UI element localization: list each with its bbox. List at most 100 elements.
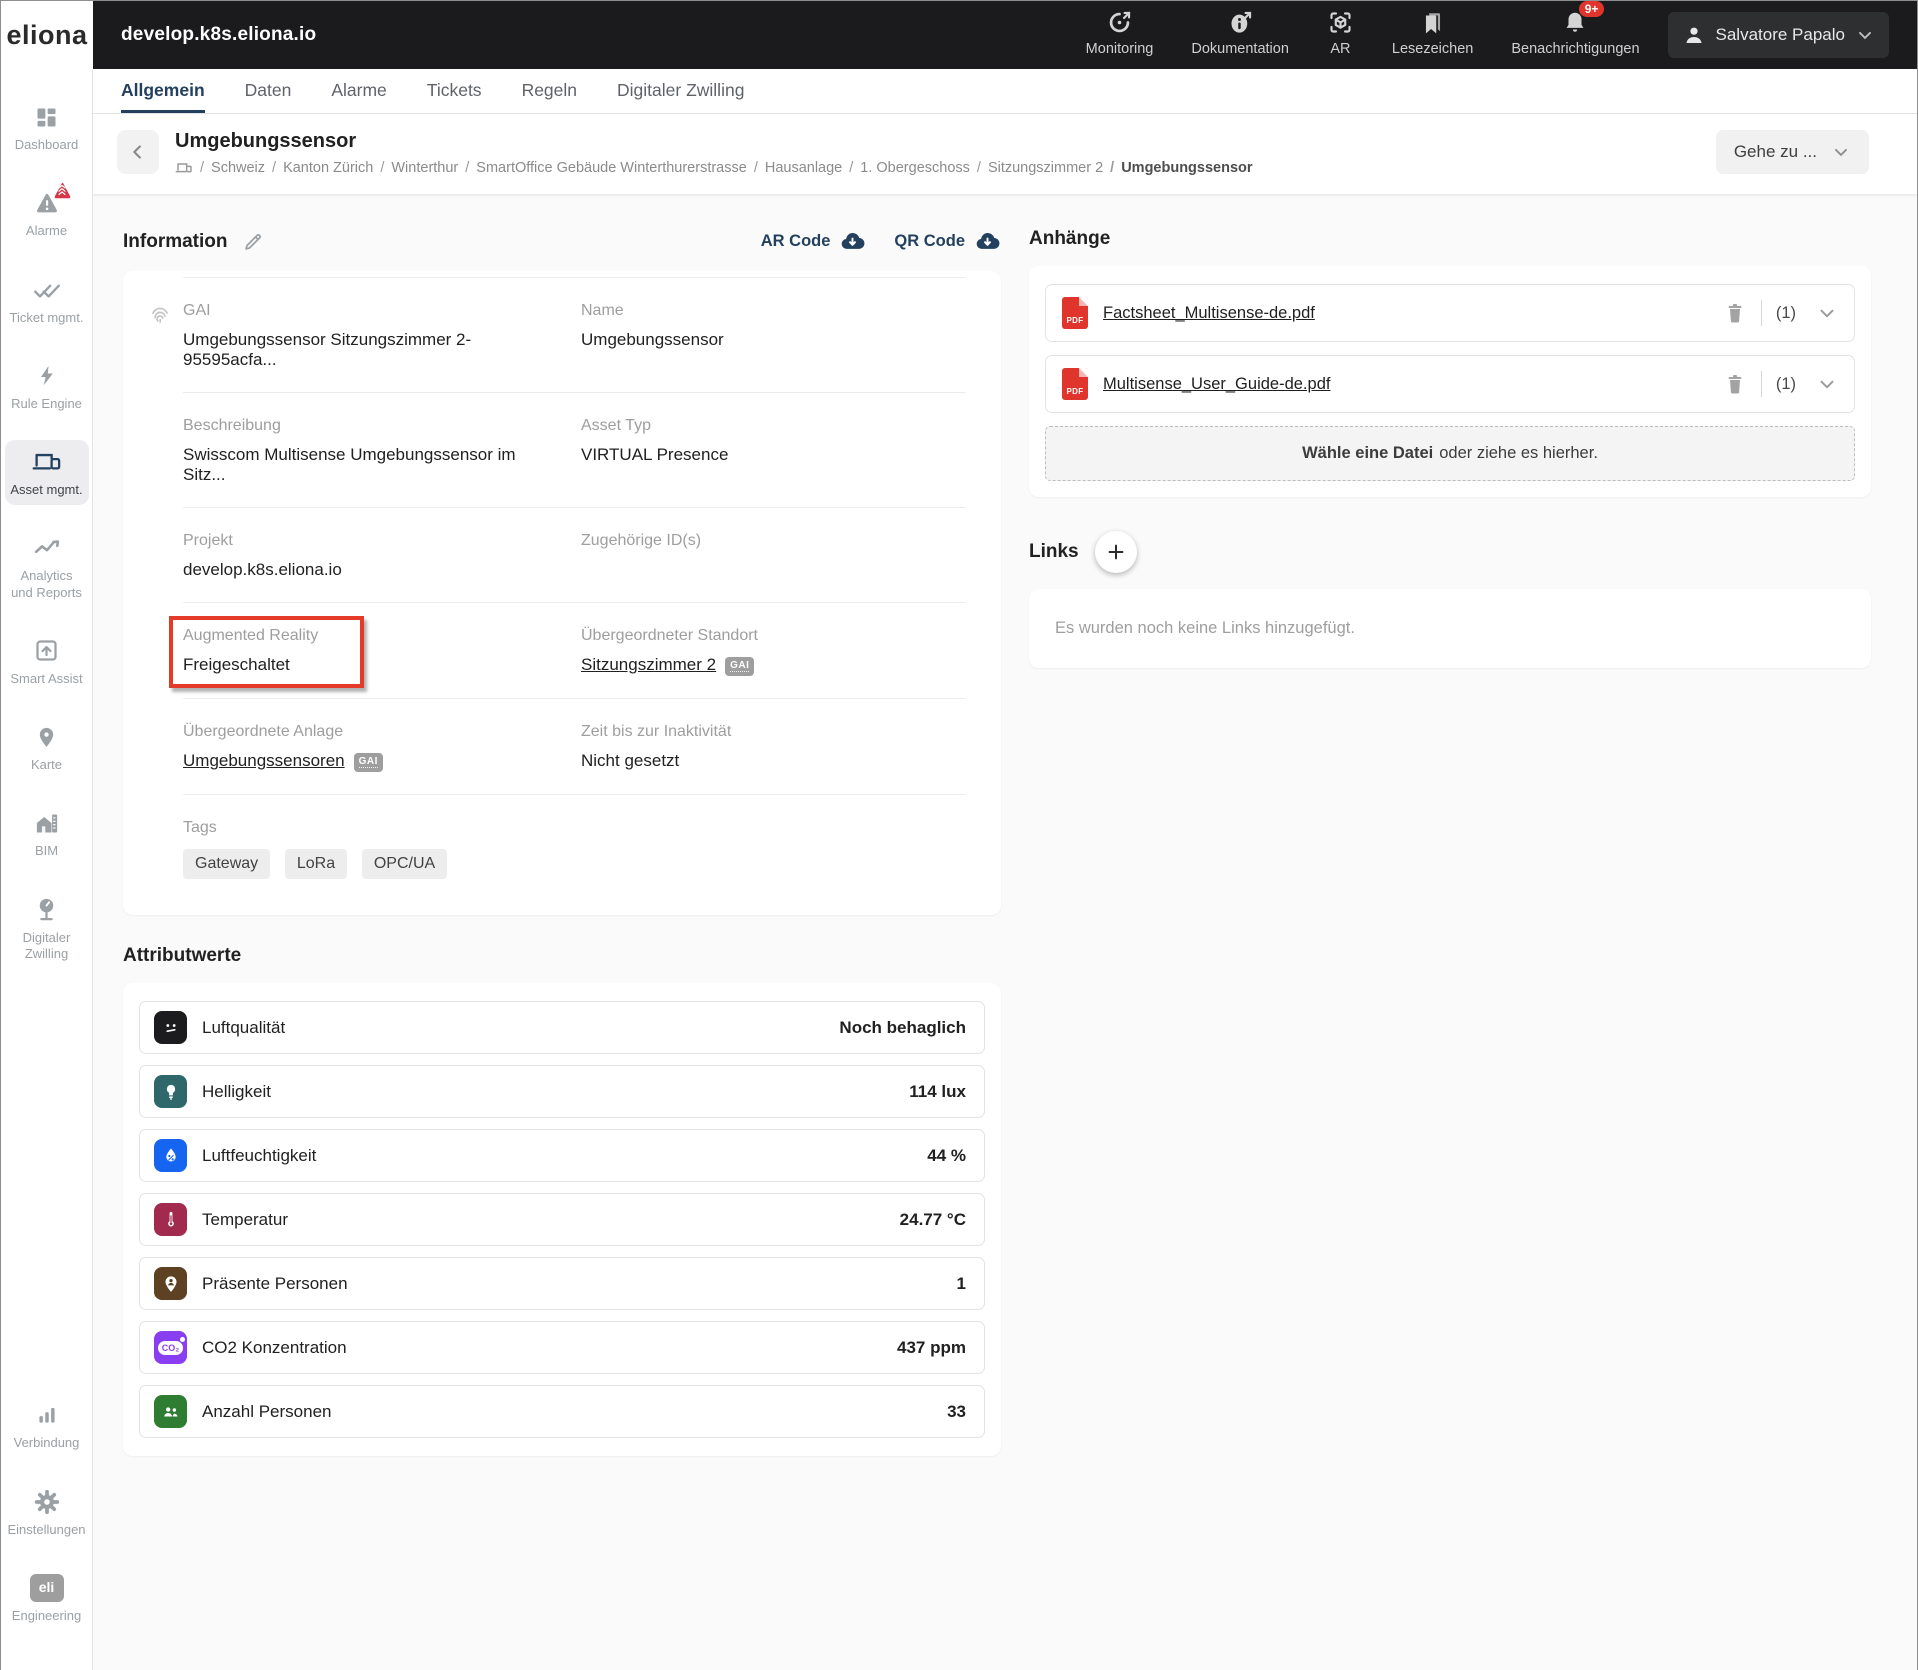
goto-chevron-down-icon [1831,142,1851,162]
file-upload-dropzone[interactable]: Wähle eine Datei oder ziehe es hierher. [1045,426,1855,481]
anlage-link[interactable]: Umgebungssensoren [183,751,345,770]
attribute-row-helligkeit[interactable]: Helligkeit 114 lux [139,1065,985,1118]
attribute-row-luftqualitaet[interactable]: Luftqualität Noch behaglich [139,1001,985,1054]
bookmarks-button[interactable]: Lesezeichen [1392,8,1473,57]
attribute-row-temperatur[interactable]: Temperatur 24.77 °C [139,1193,985,1246]
attachment-file-link[interactable]: Multisense_User_Guide-de.pdf [1103,375,1723,394]
standort-link[interactable]: Sitzungszimmer 2 [581,655,716,674]
edit-pencil-icon[interactable] [242,231,264,253]
environment-title: develop.k8s.eliona.io [121,24,317,45]
delete-trash-icon[interactable] [1723,301,1747,325]
breadcrumb-item[interactable]: Winterthur [380,160,458,176]
goto-dropdown-button[interactable]: Gehe zu ... [1715,130,1869,174]
tab-regeln[interactable]: Regeln [522,69,577,113]
tab-alarme[interactable]: Alarme [331,69,386,113]
eli-logo-icon: eli [29,1573,64,1603]
attachment-chevron-down-icon[interactable] [1816,302,1838,324]
gauge-meter-icon [33,895,60,925]
breadcrumb-item[interactable]: Kanton Zürich [272,160,373,176]
topbar: eliona develop.k8s.eliona.io Monitoring [1,0,1917,69]
user-chevron-down-icon [1855,25,1875,45]
tag-chip: Gateway [183,849,271,879]
delete-trash-icon[interactable] [1723,372,1747,396]
asset-breadcrumb-icon [175,160,193,176]
user-avatar-icon [1682,23,1706,47]
field-uebergeordneter-standort: Übergeordneter Standort Sitzungszimmer 2… [581,627,758,676]
tag-chip: OPC/UA [361,849,448,879]
links-heading: Links [1029,541,1079,562]
breadcrumb-item[interactable]: Schweiz [200,160,265,176]
info-row-anlage-inaktivitaet: Übergeordnete Anlage Umgebungssensoren GA… [183,698,965,794]
anhaenge-card: PDF Factsheet_Multisense-de.pdf (1) PDF … [1029,266,1871,497]
pdf-file-icon: PDF [1062,297,1088,329]
sidebar-item-einstellungen[interactable]: Einstellungen [5,1480,89,1545]
breadcrumb-item[interactable]: 1. Obergeschoss [849,160,970,176]
tab-allgemein[interactable]: Allgemein [121,69,205,113]
qr-code-download-button[interactable]: QR Code [894,228,1001,255]
tab-daten[interactable]: Daten [245,69,292,113]
content-area: Information AR Code QR Code GAI Umgebung… [93,194,1917,1670]
info-row-projekt-ids: Projekt develop.k8s.eliona.io Zugehörige… [183,507,965,602]
sidebar-item-dashboard[interactable]: Dashboard [5,95,89,160]
sidebar-item-asset-mgmt[interactable]: Asset mgmt. [4,440,89,506]
sidebar-item-analytics[interactable]: Analytics und Reports [5,526,89,608]
attachment-row: PDF Factsheet_Multisense-de.pdf (1) [1045,284,1855,342]
lightning-bolt-icon [35,361,59,391]
alarm-warning-icon [33,182,70,218]
sidebar-item-karte[interactable]: Karte [5,715,89,780]
ar-button[interactable]: AR [1327,8,1354,57]
attribute-row-anzahl-personen[interactable]: Anzahl Personen 33 [139,1385,985,1438]
sidebar-item-verbindung[interactable]: Verbindung [5,1393,89,1458]
building-ruler-icon [33,808,61,838]
topbar-actions: Monitoring Dokumentation AR Lesezeichen … [1086,0,1640,63]
attribute-row-co2[interactable]: CO₂ CO2 Konzentration 437 ppm [139,1321,985,1374]
sidebar-item-alarme[interactable]: Alarme [5,181,89,246]
anhaenge-heading: Anhänge [1029,228,1111,249]
tab-digitaler-zwilling[interactable]: Digitaler Zwilling [617,69,744,113]
divider [1760,371,1762,397]
download-cloud-icon [976,233,1000,249]
eliona-logo[interactable]: eliona [1,1,93,69]
notifications-button[interactable]: 9+ Benachrichtigungen [1511,0,1640,57]
bookmark-icon [1420,8,1446,38]
gai-badge[interactable]: GAI [725,657,755,676]
pdf-file-icon: PDF [1062,368,1088,400]
add-link-button[interactable] [1094,531,1137,573]
attachment-file-link[interactable]: Factsheet_Multisense-de.pdf [1103,304,1723,323]
page-title: Umgebungssensor [175,130,357,152]
thermometer-icon [154,1203,187,1236]
documentation-button[interactable]: Dokumentation [1191,8,1289,57]
monitoring-button[interactable]: Monitoring [1086,8,1153,57]
breadcrumb: Schweiz Kanton Zürich Winterthur SmartOf… [175,160,1253,176]
info-row-ar-standort: Augmented Reality Freigeschaltet Übergeo… [169,602,965,698]
breadcrumb-item[interactable]: Sitzungszimmer 2 [977,160,1103,176]
signal-bars-icon [34,1400,60,1430]
dashboard-icon [33,102,60,132]
download-cloud-icon [842,233,865,249]
attachment-count: (1) [1775,374,1796,393]
sidebar-item-bim[interactable]: BIM [5,801,89,866]
info-row-tags: Tags Gateway LoRa OPC/UA [183,794,965,909]
attachment-row: PDF Multisense_User_Guide-de.pdf (1) [1045,355,1855,413]
user-menu-button[interactable]: Salvatore Papalo [1667,12,1889,58]
sidebar-item-smart-assist[interactable]: Smart Assist [5,629,89,694]
tab-tickets[interactable]: Tickets [427,69,482,113]
attachment-chevron-down-icon[interactable] [1816,373,1838,395]
tag-chip: LoRa [284,849,348,879]
field-beschreibung: Beschreibung Swisscom Multisense Umgebun… [183,417,516,484]
attribute-row-praesente-personen[interactable]: Präsente Personen 1 [139,1257,985,1310]
sidebar-item-rule-engine[interactable]: Rule Engine [5,354,89,419]
sidebar-item-ticket-mgmt[interactable]: Ticket mgmt. [5,268,89,333]
alarm-red-badge-icon [50,179,74,203]
user-name: Salvatore Papalo [1715,25,1845,44]
gai-badge[interactable]: GAI [353,753,383,772]
attribute-row-luftfeuchtigkeit[interactable]: Luftfeuchtigkeit 44 % [139,1129,985,1182]
ar-code-download-button[interactable]: AR Code [761,228,867,255]
back-button[interactable] [117,130,159,174]
breadcrumb-item[interactable]: Hausanlage [754,160,842,176]
sidebar-item-engineering[interactable]: eli Engineering [5,1566,89,1631]
plus-icon [1108,544,1124,560]
sidebar-item-digitaler-zwilling[interactable]: Digitaler Zwilling [5,888,89,970]
breadcrumb-item[interactable]: SmartOffice Gebäude Winterthurerstrasse [465,160,747,176]
brightness-bulb-icon [154,1075,187,1108]
